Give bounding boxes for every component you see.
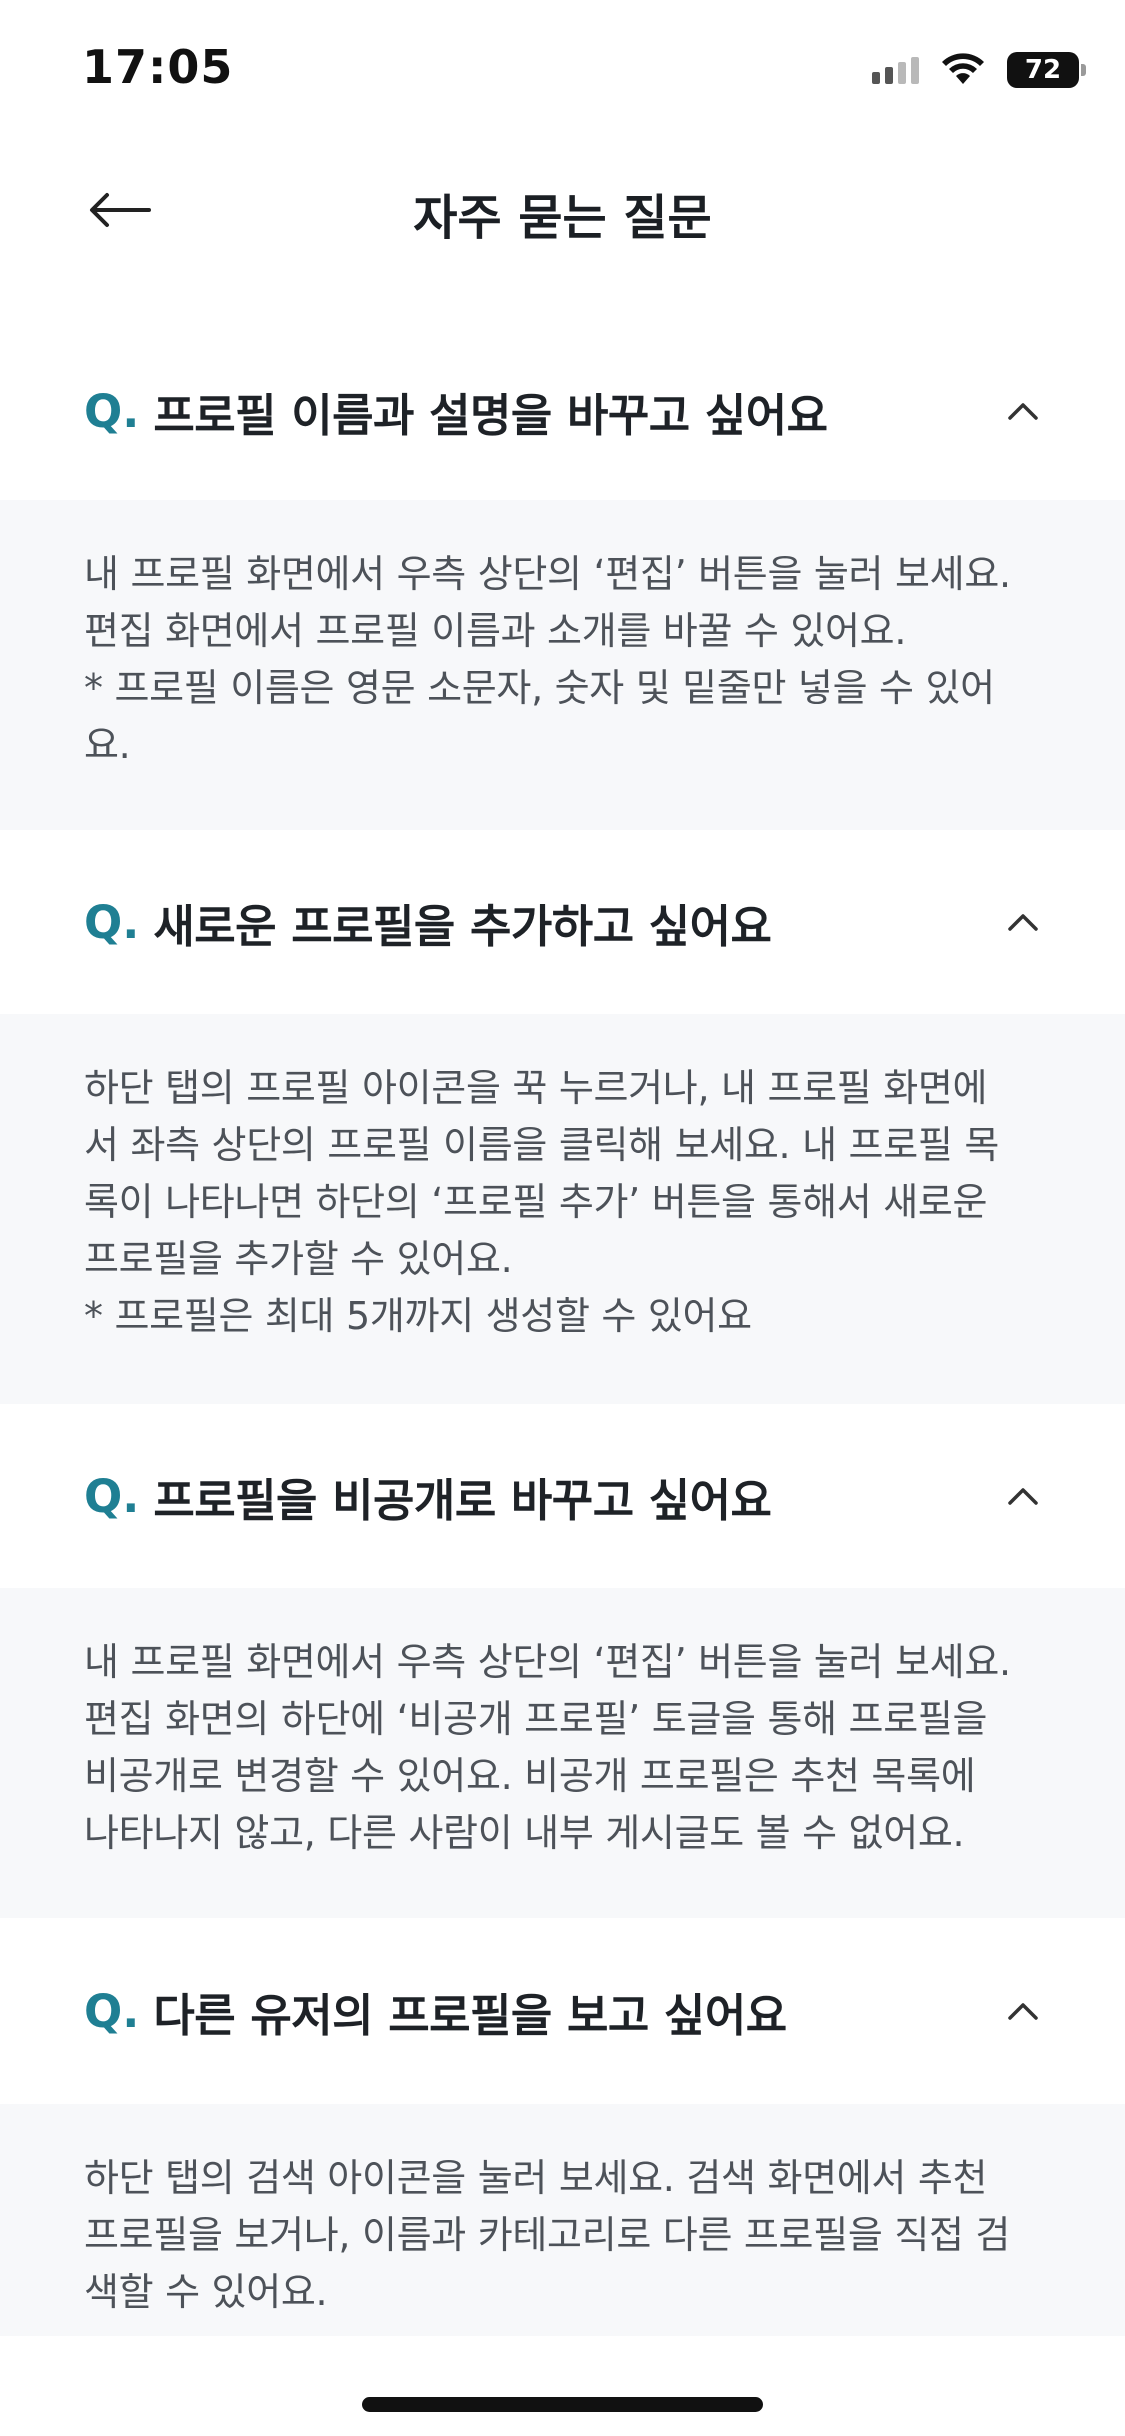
faq-answer: 하단 탭의 프로필 아이콘을 꾹 누르거나, 내 프로필 화면에 서 좌측 상단… xyxy=(0,1014,1125,1404)
faq-item: Q. 새로운 프로필을 추가하고 싶어요 하단 탭의 프로필 아이콘을 꾹 누르… xyxy=(0,830,1125,1404)
chevron-up-icon xyxy=(1003,902,1043,942)
q-mark: Q. xyxy=(84,1469,140,1523)
faq-answer: 내 프로필 화면에서 우측 상단의 ‘편집’ 버튼을 눌러 보세요. 편집 화면… xyxy=(0,500,1125,830)
home-indicator[interactable] xyxy=(362,2397,763,2412)
faq-answer-text: 하단 탭의 프로필 아이콘을 꾹 누르거나, 내 프로필 화면에 서 좌측 상단… xyxy=(84,1066,999,1338)
wifi-icon xyxy=(942,53,984,84)
status-bar: 17:05 72 xyxy=(0,0,1125,130)
chevron-up-icon xyxy=(1003,1991,1043,2031)
faq-question: 프로필을 비공개로 바꾸고 싶어요 xyxy=(153,1473,772,1527)
faq-answer: 내 프로필 화면에서 우측 상단의 ‘편집’ 버튼을 눌러 보세요. 편집 화면… xyxy=(0,1588,1125,1918)
faq-answer-text: 내 프로필 화면에서 우측 상단의 ‘편집’ 버튼을 눌러 보세요. 편집 화면… xyxy=(84,552,1011,767)
bottom-safe-area xyxy=(0,2336,1125,2436)
battery-icon: 72 xyxy=(1007,52,1086,88)
cellular-signal-icon xyxy=(872,56,919,84)
faq-list: Q. 프로필 이름과 설명을 바꾸고 싶어요 내 프로필 화면에서 우측 상단의… xyxy=(0,322,1125,2404)
status-time: 17:05 xyxy=(82,40,234,94)
faq-question: 새로운 프로필을 추가하고 싶어요 xyxy=(153,899,772,953)
faq-screen: 17:05 72 자주 묻는 질문 Q. 프로필 이름과 설명을 바꾸고 싶어요… xyxy=(0,0,1125,2436)
page-title: 자주 묻는 질문 xyxy=(413,190,712,246)
faq-answer-text: 하단 탭의 검색 아이콘을 눌러 보세요. 검색 화면에서 추천 프로필을 보거… xyxy=(84,2156,1011,2314)
q-mark: Q. xyxy=(84,895,140,949)
q-mark: Q. xyxy=(84,384,140,438)
battery-level: 72 xyxy=(1024,55,1062,85)
faq-question-toggle[interactable]: Q. 프로필 이름과 설명을 바꾸고 싶어요 xyxy=(0,322,1125,500)
faq-item: Q. 프로필 이름과 설명을 바꾸고 싶어요 내 프로필 화면에서 우측 상단의… xyxy=(0,322,1125,830)
faq-question-toggle[interactable]: Q. 새로운 프로필을 추가하고 싶어요 xyxy=(0,830,1125,1014)
status-icons: 72 xyxy=(872,50,1086,90)
faq-question-toggle[interactable]: Q. 다른 유저의 프로필을 보고 싶어요 xyxy=(0,1918,1125,2104)
chevron-up-icon xyxy=(1003,1476,1043,1516)
header: 자주 묻는 질문 xyxy=(0,140,1125,280)
faq-question: 다른 유저의 프로필을 보고 싶어요 xyxy=(153,1988,787,2042)
faq-item: Q. 프로필을 비공개로 바꾸고 싶어요 내 프로필 화면에서 우측 상단의 ‘… xyxy=(0,1404,1125,1918)
faq-answer-text: 내 프로필 화면에서 우측 상단의 ‘편집’ 버튼을 눌러 보세요. 편집 화면… xyxy=(84,1640,1011,1855)
faq-question: 프로필 이름과 설명을 바꾸고 싶어요 xyxy=(153,388,828,442)
faq-question-toggle[interactable]: Q. 프로필을 비공개로 바꾸고 싶어요 xyxy=(0,1404,1125,1588)
q-mark: Q. xyxy=(84,1984,140,2038)
faq-item: Q. 다른 유저의 프로필을 보고 싶어요 하단 탭의 검색 아이콘을 눌러 보… xyxy=(0,1918,1125,2404)
chevron-up-icon xyxy=(1003,391,1043,431)
